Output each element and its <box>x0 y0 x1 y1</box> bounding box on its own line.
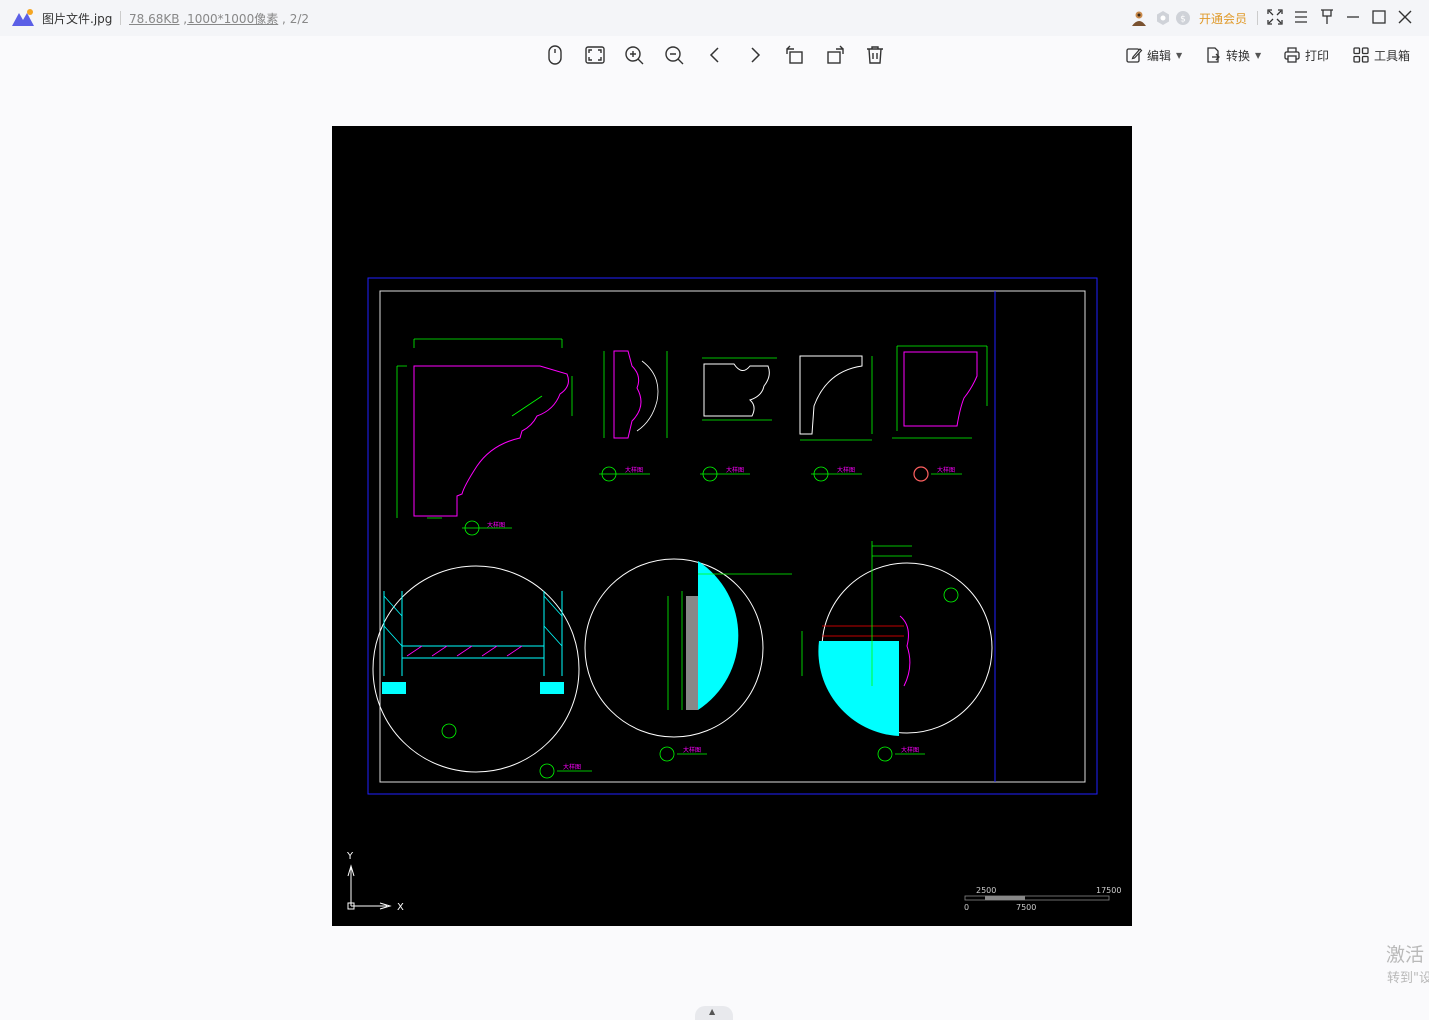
thumbnail-toggle-button[interactable]: ▲ <box>695 1006 733 1020</box>
maximize-icon[interactable] <box>1370 8 1388 26</box>
print-button[interactable]: 打印 <box>1283 44 1329 66</box>
section-circle-2 <box>584 558 803 762</box>
caret-down-icon: ▼ <box>1176 50 1183 60</box>
rotate-left-icon[interactable] <box>784 44 806 66</box>
activation-watermark: 激活 <box>1386 944 1425 966</box>
toolbox-button[interactable]: 工具箱 <box>1352 44 1410 66</box>
axis-y-label: Y <box>346 851 354 862</box>
app-logo-icon <box>12 9 34 26</box>
grid-apps-icon <box>1353 47 1369 63</box>
zoom-out-icon[interactable] <box>663 44 685 66</box>
detail-label: 大样图 <box>683 746 701 754</box>
minimize-icon[interactable] <box>1344 8 1362 26</box>
user-avatar-icon[interactable] <box>1130 9 1148 27</box>
edit-button[interactable]: 编辑 ▼ <box>1125 44 1182 66</box>
scale-bar: 2500 17500 0 7500 <box>964 886 1121 912</box>
next-icon[interactable] <box>744 44 766 66</box>
title-divider <box>1257 11 1258 25</box>
detail-label: 大样图 <box>726 466 744 474</box>
print-label: 打印 <box>1305 48 1330 63</box>
title-bar: 图片文件.jpg 78.68KB ,1000*1000像素 , 2/2 $ 开通… <box>0 0 1429 36</box>
mouse-mode-icon[interactable] <box>544 44 566 66</box>
detail-label: 大样图 <box>937 466 955 474</box>
detail-label: 大样图 <box>625 466 643 474</box>
outer-frame <box>367 277 1098 795</box>
menu-icon[interactable] <box>1292 8 1310 26</box>
profile-detail-5 <box>892 345 988 482</box>
edit-label: 编辑 <box>1147 48 1172 63</box>
convert-icon <box>1207 47 1220 63</box>
zoom-in-icon[interactable] <box>623 44 645 66</box>
caret-down-icon: ▼ <box>1255 50 1262 60</box>
detail-label: 大样图 <box>563 763 581 771</box>
detail-label: 大样图 <box>487 521 505 529</box>
vip-button[interactable]: 开通会员 <box>1199 10 1247 27</box>
page-index: 2/2 <box>289 12 309 26</box>
delete-icon[interactable] <box>864 44 886 66</box>
profile-detail-3 <box>700 357 777 482</box>
close-icon[interactable] <box>1396 8 1414 26</box>
edit-icon <box>1126 48 1143 63</box>
detail-label: 大样图 <box>837 466 855 474</box>
scale-label: 2500 <box>976 886 996 895</box>
profile-detail-4 <box>799 355 873 482</box>
pin-icon[interactable] <box>1318 8 1336 26</box>
file-meta: 78.68KB ,1000*1000像素 , 2/2 <box>129 12 309 26</box>
caret-up-icon: ▲ <box>709 1007 716 1016</box>
title-divider <box>120 11 121 25</box>
inner-frame <box>379 290 1086 783</box>
scale-label: 0 <box>964 903 969 912</box>
svg-text:$: $ <box>1180 15 1186 25</box>
section-circle-1 <box>372 565 592 779</box>
axis-x-label: X <box>397 902 404 913</box>
scale-label: 7500 <box>1016 903 1036 912</box>
ucs-axis-icon: Y X <box>346 851 404 913</box>
activation-watermark-sub: 转到"设 <box>1387 971 1429 986</box>
fit-window-icon[interactable] <box>584 44 606 66</box>
rotate-right-icon[interactable] <box>824 44 846 66</box>
fullscreen-icon[interactable] <box>1266 8 1284 26</box>
image-dimensions[interactable]: 1000*1000像素 <box>187 12 278 26</box>
file-size[interactable]: 78.68KB <box>129 12 179 26</box>
file-name: 图片文件.jpg <box>42 12 113 26</box>
cad-drawing: 大样图 大样图 大样图 大样图 大样图 大样图 大样图 大样图 Y X 2500… <box>346 277 1121 913</box>
profile-detail-1 <box>396 338 573 536</box>
convert-label: 转换 <box>1226 48 1251 63</box>
convert-button[interactable]: 转换 ▼ <box>1204 44 1261 66</box>
badge-hex-icon[interactable] <box>1155 9 1171 27</box>
profile-detail-2 <box>599 350 668 482</box>
previous-icon[interactable] <box>704 44 726 66</box>
scale-label: 17500 <box>1096 886 1121 895</box>
section-circle-3 <box>818 541 993 762</box>
toolbar: 编辑 ▼ 转换 ▼ 打印 工具箱 <box>0 36 1429 74</box>
printer-icon <box>1284 47 1300 63</box>
badge-coin-icon[interactable]: $ <box>1175 9 1191 27</box>
image-canvas[interactable]: 大样图 大样图 大样图 大样图 大样图 大样图 大样图 大样图 Y X 2500… <box>332 126 1132 926</box>
detail-label: 大样图 <box>901 746 919 754</box>
toolbox-label: 工具箱 <box>1374 48 1411 63</box>
